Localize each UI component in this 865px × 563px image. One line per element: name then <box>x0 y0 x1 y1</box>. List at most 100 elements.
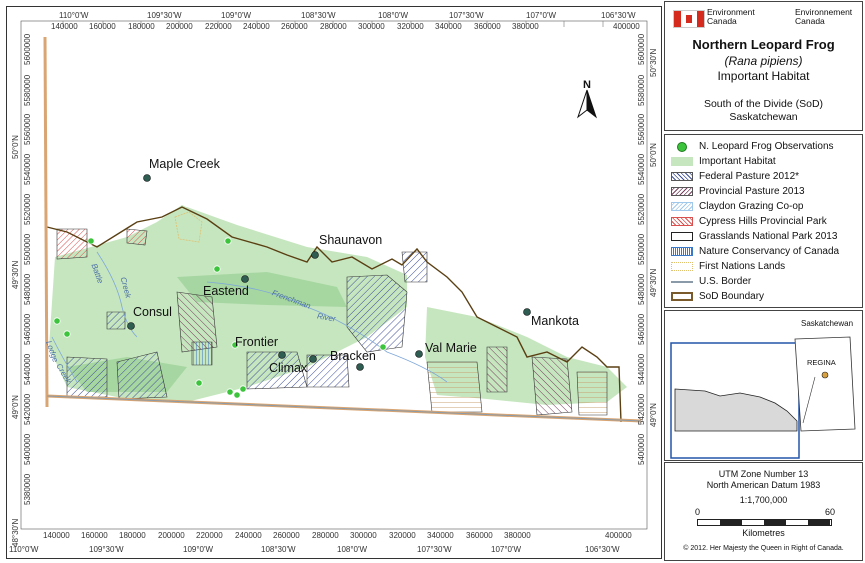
legend: N. Leopard Frog Observations Important H… <box>664 134 863 308</box>
lon-label: 106°30'W <box>585 545 620 554</box>
us-border-swatch <box>671 280 693 283</box>
lon-label: 109°0'W <box>183 545 214 554</box>
agency-en: Environment Canada <box>707 7 755 26</box>
legend-item-claydon: Claydon Grazing Co-op <box>671 201 804 212</box>
scale-start: 0 <box>695 507 701 517</box>
legend-item-first-nations: First Nations Lands <box>671 261 785 272</box>
easting-label: 160000 <box>89 22 116 31</box>
agency-fr: Environnement Canada <box>795 7 853 26</box>
grasslands-swatch <box>671 232 693 241</box>
northing-label: 5460000 <box>637 313 646 345</box>
northing-label: 5540000 <box>637 153 646 185</box>
legend-item-ncc: Nature Conservancy of Canada <box>671 246 839 257</box>
scale-block: UTM Zone Number 13 North American Datum … <box>664 462 863 561</box>
legend-item-us-border: U.S. Border <box>671 276 751 287</box>
city-label: Climax <box>269 361 308 375</box>
lat-label: 50°30'N <box>649 48 658 77</box>
easting-label: 320000 <box>389 531 416 540</box>
legend-item-cypress-hills: Cypress Hills Provincial Park <box>671 216 827 227</box>
easting-label: 320000 <box>397 22 424 31</box>
easting-label: 240000 <box>235 531 262 540</box>
northing-label: 5400000 <box>23 433 32 465</box>
region-line-1: South of the Divide (SoD) <box>703 98 824 110</box>
easting-label: 180000 <box>119 531 146 540</box>
northing-label: 5600000 <box>637 33 646 65</box>
canada-flag-icon <box>673 10 705 28</box>
map-frame[interactable]: 110°0'W 109°30'W 109°0'W 108°30'W 108°0'… <box>6 6 662 559</box>
lon-label: 109°0'W <box>221 11 252 20</box>
easting-label: 260000 <box>273 531 300 540</box>
northing-label: 5580000 <box>637 74 646 106</box>
claydon-swatch <box>671 202 693 211</box>
northing-label: 5520000 <box>23 193 32 225</box>
northing-label: 5420000 <box>23 393 32 425</box>
city-label: Maple Creek <box>149 157 220 171</box>
inset-province-label: Saskatchewan <box>801 319 854 328</box>
datum: North American Datum 1983 <box>706 480 821 490</box>
northing-label: 5460000 <box>23 313 32 345</box>
northing-label: 5560000 <box>637 113 646 145</box>
scale-end: 60 <box>825 507 836 517</box>
easting-label: 380000 <box>512 22 539 31</box>
species-name: (Rana pipiens) <box>724 54 803 68</box>
map-canvas[interactable] <box>7 7 661 558</box>
lat-label: 50°0'N <box>11 135 20 159</box>
northing-label: 5440000 <box>23 353 32 385</box>
legend-item-provincial-pasture: Provincial Pasture 2013 <box>671 186 805 197</box>
northing-label: 5500000 <box>637 233 646 265</box>
lat-label: 48°30'N <box>11 518 20 547</box>
northing-label: 5520000 <box>637 193 646 225</box>
inset-capital-label: REGINA <box>807 358 836 367</box>
easting-label: 220000 <box>196 531 223 540</box>
easting-label: 340000 <box>435 22 462 31</box>
legend-item-observations: N. Leopard Frog Observations <box>671 141 834 152</box>
city-label: Shaunavon <box>319 233 383 247</box>
lon-label: 107°30'W <box>417 545 452 554</box>
legend-item-federal-pasture: Federal Pasture 2012* <box>671 171 799 182</box>
title-block: Environment Canada Environnement Canada … <box>664 1 863 131</box>
easting-label: 220000 <box>205 22 232 31</box>
habitat-swatch <box>671 157 693 166</box>
easting-label: 360000 <box>474 22 501 31</box>
easting-label: 140000 <box>51 22 78 31</box>
city-label: Bracken <box>330 349 376 363</box>
lat-label: 49°0'N <box>649 403 658 427</box>
lon-label: 108°30'W <box>301 11 336 20</box>
northing-label: 5380000 <box>23 473 32 505</box>
north-label: N <box>583 79 591 91</box>
side-panel: Environment Canada Environnement Canada … <box>664 1 863 561</box>
easting-label: 300000 <box>358 22 385 31</box>
lat-label: 49°0'N <box>11 395 20 419</box>
easting-label: 280000 <box>312 531 339 540</box>
lon-label: 108°30'W <box>261 545 296 554</box>
lon-label: 109°30'W <box>89 545 124 554</box>
city-label: Consul <box>133 305 172 319</box>
easting-label: 300000 <box>350 531 377 540</box>
lat-label: 49°30'N <box>11 260 20 289</box>
region-line-2: Saskatchewan <box>729 111 798 123</box>
legend-item-habitat: Important Habitat <box>671 156 776 167</box>
city-label: Frontier <box>235 335 279 349</box>
lon-label: 108°0'W <box>337 545 368 554</box>
easting-label: 160000 <box>81 531 108 540</box>
easting-label: 240000 <box>243 22 270 31</box>
federal-pasture-swatch <box>671 172 693 181</box>
northing-label: 5580000 <box>23 74 32 106</box>
inset-map[interactable]: Saskatchewan REGINA <box>664 310 863 461</box>
easting-label: 200000 <box>158 531 185 540</box>
easting-label: 340000 <box>427 531 454 540</box>
easting-label: 400000 <box>605 531 632 540</box>
ncc-swatch <box>671 247 693 256</box>
cypress-hills-swatch <box>671 217 693 226</box>
northing-label: 5480000 <box>637 273 646 305</box>
lon-label: 107°0'W <box>526 11 557 20</box>
northing-label: 5400000 <box>637 433 646 465</box>
frog-observation-icon <box>671 141 693 152</box>
provincial-pasture-swatch <box>671 187 693 196</box>
easting-label: 280000 <box>320 22 347 31</box>
lat-label: 49°30'N <box>649 268 658 297</box>
northing-label: 5480000 <box>23 273 32 305</box>
northing-label: 5600000 <box>23 33 32 65</box>
easting-label: 260000 <box>281 22 308 31</box>
easting-label: 380000 <box>504 531 531 540</box>
